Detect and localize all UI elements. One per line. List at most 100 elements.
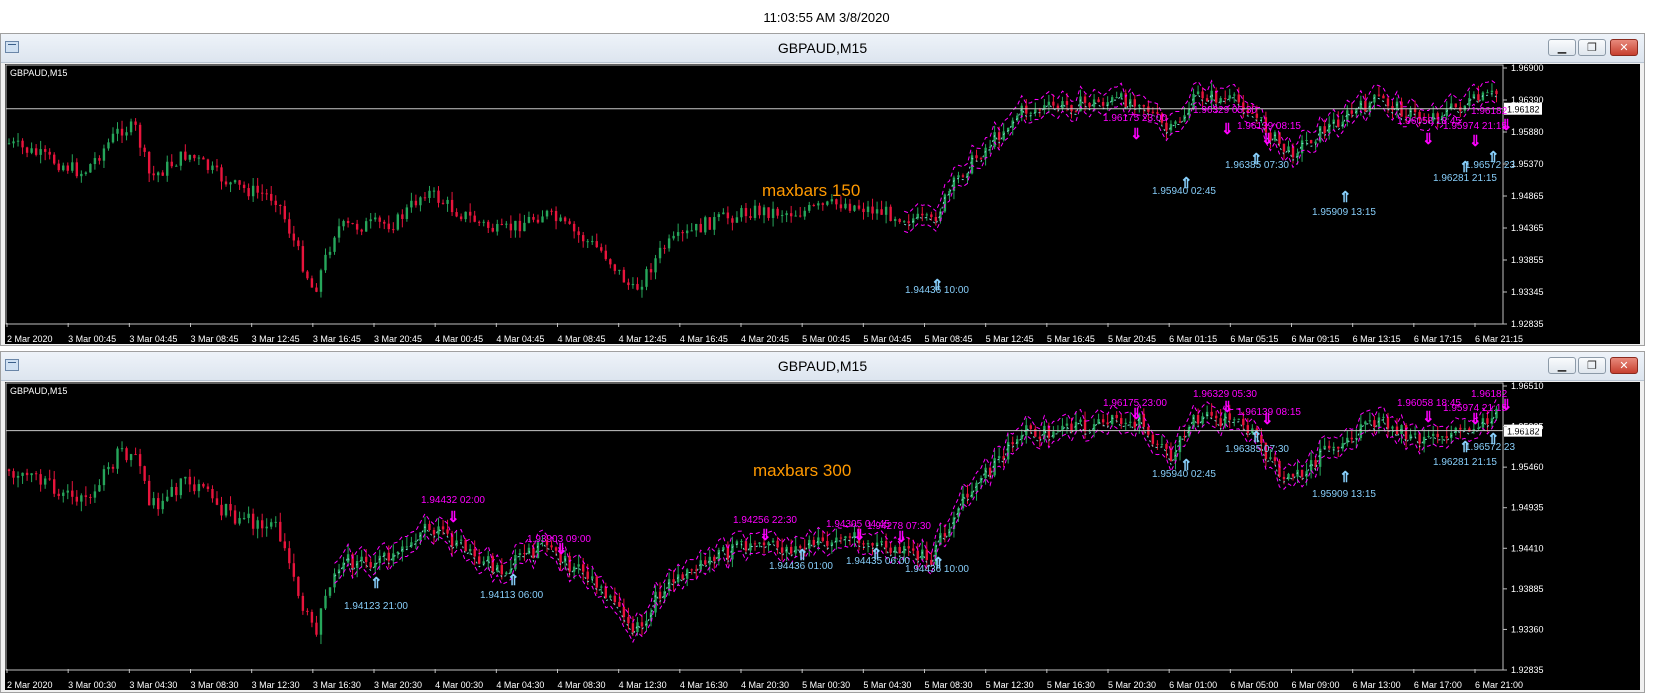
buy-signal[interactable]: ⇑1.96572 23 bbox=[1465, 149, 1515, 171]
candle-body bbox=[1468, 98, 1471, 106]
candle-body bbox=[993, 458, 996, 476]
candle-body bbox=[175, 486, 178, 496]
window-titlebar[interactable]: GBPAUD,M15 ▁ ❐ ✕ bbox=[1, 352, 1644, 381]
candle-body bbox=[93, 158, 97, 165]
buy-signal[interactable]: ⇑1.96385 07:30 bbox=[1225, 429, 1289, 455]
candle-body bbox=[1486, 418, 1489, 424]
candle-body bbox=[134, 454, 137, 456]
candle-body bbox=[193, 484, 196, 492]
restore-button[interactable]: ❐ bbox=[1578, 39, 1606, 56]
candle-body bbox=[618, 601, 621, 607]
signal-label-low: 1.95909 13:15 bbox=[1312, 489, 1376, 500]
candle-body bbox=[880, 541, 883, 543]
candle-body bbox=[826, 201, 829, 205]
candle-body bbox=[1120, 418, 1123, 424]
candle-body bbox=[740, 208, 743, 218]
candle-body bbox=[1138, 105, 1141, 107]
candle-body bbox=[39, 149, 42, 155]
candle-body bbox=[161, 500, 164, 510]
restore-button[interactable]: ❐ bbox=[1578, 357, 1606, 374]
buy-signal[interactable]: ⇑1.95940 02:45 bbox=[1152, 175, 1216, 197]
price-axis-label: 1.92835 bbox=[1511, 319, 1544, 329]
candle-body bbox=[681, 232, 684, 234]
price-axis-label: 1.96900 bbox=[1511, 64, 1544, 73]
buy-signal[interactable]: ⇑1.95940 02:45 bbox=[1152, 457, 1216, 480]
candle-body bbox=[215, 498, 219, 505]
buy-signal[interactable]: ⇑1.94436 10:00 bbox=[905, 555, 969, 575]
time-axis-label: 3 Mar 08:45 bbox=[191, 334, 239, 344]
signal-label-high: 1.94256 22:30 bbox=[733, 515, 797, 526]
candlestick-chart[interactable]: GBPAUD,M151.961821.969001.963901.958801.… bbox=[5, 64, 1640, 344]
candle-body bbox=[21, 472, 24, 476]
sell-signal[interactable]: ⇓1.96139 08:15 bbox=[1237, 121, 1301, 148]
candle-body bbox=[690, 569, 693, 571]
buy-signal[interactable]: ⇑1.94113 06:00 bbox=[480, 572, 544, 601]
candle-body bbox=[640, 622, 644, 627]
time-axis-label: 4 Mar 16:45 bbox=[680, 334, 728, 344]
candle-body bbox=[1431, 433, 1435, 437]
candle-body bbox=[762, 207, 766, 216]
candle-body bbox=[256, 520, 259, 529]
candle-body bbox=[441, 526, 445, 530]
candle-body bbox=[428, 190, 431, 199]
candle-body bbox=[1495, 90, 1498, 95]
candle-body bbox=[120, 448, 124, 450]
candle-body bbox=[550, 545, 553, 548]
candle-body bbox=[771, 208, 775, 218]
candle-body bbox=[1142, 105, 1146, 107]
chart-window-top[interactable]: GBPAUD,M15 ▁ ❐ ✕ GBPAUD,M15 1.96182 1.9690… bbox=[0, 33, 1645, 346]
sell-signal[interactable]: ⇓1.95974 21:15 bbox=[1443, 403, 1507, 428]
candle-body bbox=[48, 478, 51, 480]
candle-body bbox=[663, 247, 666, 249]
buy-signal[interactable]: ⇑1.95909 13:15 bbox=[1312, 189, 1376, 218]
candle-body bbox=[1278, 460, 1281, 477]
price-axis-label: 1.93345 bbox=[1511, 287, 1544, 297]
buy-signal[interactable]: ⇑1.94436 01:00 bbox=[769, 547, 833, 572]
sell-signal[interactable]: ⇓1.96139 08:15 bbox=[1237, 407, 1301, 428]
candle-body bbox=[500, 565, 504, 575]
candle-body bbox=[1038, 436, 1042, 439]
price-chart[interactable]: GBPAUD,M15 1.96182 1.96510 1.95985 1.95460 1.… bbox=[5, 382, 1640, 690]
candle-body bbox=[147, 480, 151, 506]
minimize-button[interactable]: ▁ bbox=[1548, 39, 1576, 56]
sell-signal[interactable]: ⇓ 1.94432 02:00 bbox=[421, 495, 485, 526]
candle-body bbox=[1133, 99, 1136, 107]
buy-signal[interactable]: ⇑1.95909 13:15 bbox=[1312, 469, 1376, 500]
candle-body bbox=[301, 246, 305, 272]
price-axis-label: 1.94365 bbox=[1511, 223, 1544, 233]
candlestick-chart[interactable]: GBPAUD,M15 1.961821.96510 1.95985 1.95460 1.… bbox=[5, 382, 1640, 690]
close-button[interactable]: ✕ bbox=[1610, 39, 1638, 56]
candle-body bbox=[586, 571, 589, 579]
sell-signal[interactable]: ⇓ 1.96175 23:00 bbox=[1103, 113, 1167, 143]
sell-signal[interactable]: ⇓1.95974 21:15 bbox=[1443, 121, 1507, 150]
candle-body bbox=[71, 490, 74, 497]
candle-body bbox=[1441, 436, 1444, 438]
signal-label-low: 1.96281 21:15 bbox=[1433, 457, 1497, 468]
time-axis-label: 6 Mar 21:00 bbox=[1475, 680, 1523, 690]
buy-signal[interactable]: ⇑ 1.94123 21:00 bbox=[344, 575, 408, 612]
buy-signal[interactable]: ⇑1.94436 10:00 bbox=[905, 277, 969, 296]
close-button[interactable]: ✕ bbox=[1610, 357, 1638, 374]
candle-body bbox=[387, 552, 390, 561]
candle-body bbox=[260, 192, 264, 194]
candle-body bbox=[419, 197, 422, 206]
candle-body bbox=[654, 258, 657, 273]
candle-body bbox=[1368, 420, 1372, 422]
candle-body bbox=[487, 221, 490, 228]
minimize-button[interactable]: ▁ bbox=[1548, 357, 1576, 374]
candle-body bbox=[1413, 433, 1417, 435]
candle-body bbox=[464, 539, 467, 552]
window-titlebar[interactable]: GBPAUD,M15 ▁ ❐ ✕ bbox=[1, 34, 1644, 63]
price-chart[interactable]: GBPAUD,M15 1.96182 1.96900 1.96390 1.95880 1.… bbox=[5, 64, 1640, 344]
candle-body bbox=[708, 217, 711, 230]
candle-body bbox=[342, 220, 345, 227]
candle-body bbox=[111, 133, 115, 143]
candle-body bbox=[1065, 101, 1069, 105]
sell-signal[interactable]: ⇓1.93903 09:00 bbox=[527, 534, 591, 558]
chart-window-bottom[interactable]: GBPAUD,M15 ▁ ❐ ✕ GBPAUD,M15 1.96182 1.9651… bbox=[0, 351, 1645, 693]
candle-body bbox=[319, 608, 323, 635]
arrow-down-icon: ⇓ bbox=[1422, 131, 1435, 148]
sell-signal[interactable]: ⇓1.94256 22:30 bbox=[733, 515, 797, 544]
candle-body bbox=[789, 546, 793, 554]
candle-body bbox=[500, 223, 504, 225]
